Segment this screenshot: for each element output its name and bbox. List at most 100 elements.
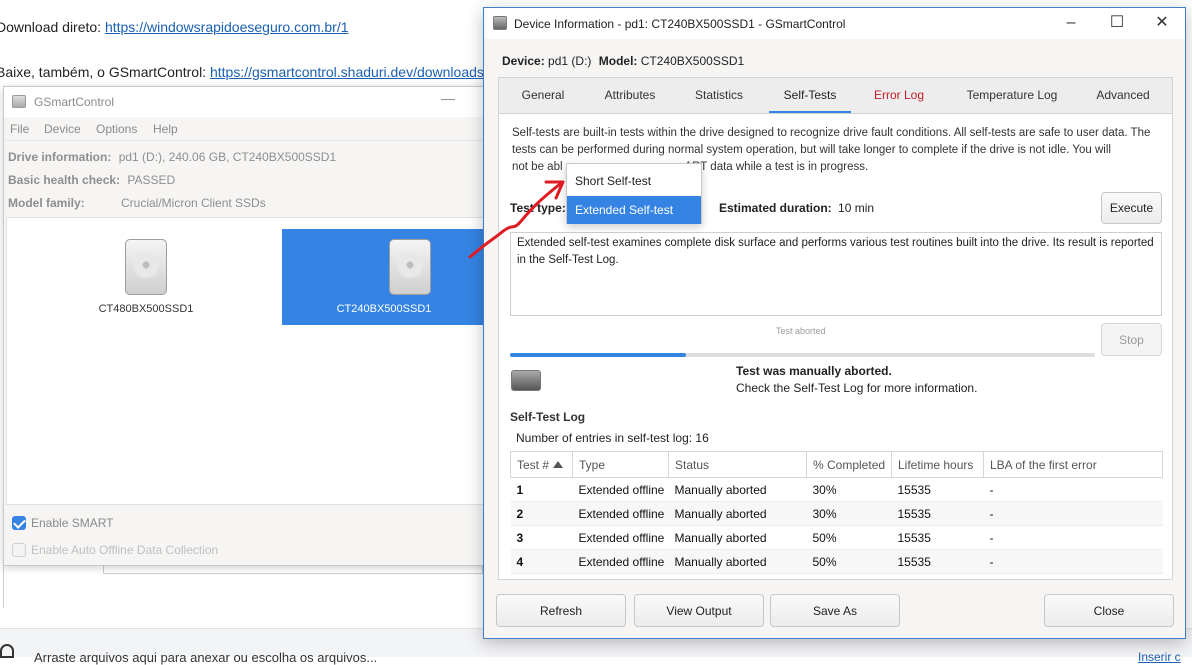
tab-advanced[interactable]: Advanced — [1083, 78, 1163, 114]
family-value: Crucial/Micron Client SSDs — [121, 196, 266, 210]
webpage-gsmartcontrol-line: Baixe, também, o GSmartControl: https://… — [0, 64, 484, 80]
device-information-dialog: Device Information - pd1: CT240BX500SSD1… — [483, 7, 1186, 639]
download-link[interactable]: https://windowsrapidoeseguro.com.br/1 — [105, 19, 349, 35]
progress-fill — [510, 353, 686, 357]
model-value: CT240BX500SSD1 — [640, 54, 745, 68]
table-row[interactable]: 4 Extended offline Manually aborted 50% … — [510, 549, 1163, 574]
save-as-button[interactable]: Save As — [770, 594, 900, 627]
paperclip-icon — [0, 644, 14, 658]
option-short-self-test[interactable]: Short Self-test — [567, 167, 701, 195]
stop-button[interactable]: Stop — [1101, 323, 1162, 356]
cell-test-number: 3 — [510, 525, 573, 550]
table-row[interactable]: 1 Extended offline Manually aborted 30% … — [510, 477, 1163, 502]
tab-temperature-log[interactable]: Temperature Log — [951, 78, 1073, 114]
cell-test-number: 1 — [510, 477, 573, 502]
cell-lba: - — [983, 477, 1163, 502]
cell-status: Manually aborted — [668, 477, 807, 502]
minimize-icon[interactable]: — — [441, 90, 455, 106]
column-header-lba-first-error[interactable]: LBA of the first error — [983, 451, 1163, 478]
checkbox-unchecked-icon[interactable] — [12, 543, 26, 557]
auto-offline-label: Enable Auto Offline Data Collection — [31, 543, 219, 557]
result-detail: Check the Self-Test Log for more informa… — [736, 381, 978, 395]
auto-offline-checkbox[interactable]: Enable Auto Offline Data Collection — [12, 543, 218, 557]
test-progress-bar — [510, 353, 1095, 357]
main-window-title: GSmartControl — [34, 95, 115, 109]
arrow-shaft — [468, 182, 562, 259]
column-header-completed[interactable]: % Completed — [806, 451, 892, 478]
close-icon[interactable]: ✕ — [1140, 12, 1184, 36]
family-label: Model family: — [8, 196, 85, 210]
result-title: Test was manually aborted. — [736, 364, 892, 378]
description-text: Self-tests are built-in tests within the… — [512, 127, 1151, 156]
column-header-test-number[interactable]: Test # — [510, 451, 573, 478]
tab-error-log[interactable]: Error Log — [855, 78, 943, 114]
cell-lba: - — [983, 501, 1163, 526]
health-label: Basic health check: — [8, 173, 121, 187]
description-text-end: ART data while a test is in progress. — [684, 161, 869, 173]
column-header-label: Test # — [517, 457, 550, 472]
column-header-type[interactable]: Type — [572, 451, 669, 478]
cell-lba: - — [983, 549, 1163, 574]
tab-attributes[interactable]: Attributes — [587, 78, 673, 114]
cell-status: Manually aborted — [668, 501, 807, 526]
cell-type: Extended offline — [572, 477, 669, 502]
tab-self-tests[interactable]: Self-Tests — [769, 78, 851, 114]
enable-smart-label: Enable SMART — [31, 516, 114, 530]
minimize-icon[interactable]: – — [1049, 12, 1093, 36]
table-row[interactable]: 3 Extended offline Manually aborted 50% … — [510, 525, 1163, 550]
menu-file[interactable]: File — [10, 122, 29, 136]
estimated-value: 10 min — [838, 201, 875, 215]
drive-info-label: Drive information: — [8, 150, 112, 164]
cell-test-number: 4 — [510, 549, 573, 574]
menu-device[interactable]: Device — [44, 122, 81, 136]
cell-lifetime-hours: 15535 — [891, 525, 984, 550]
download-label: Download direto: — [0, 19, 105, 35]
estimated-label: Estimated duration: — [719, 201, 832, 215]
menu-help[interactable]: Help — [153, 122, 178, 136]
hard-drive-icon — [125, 239, 167, 295]
drive-label: CT480BX500SSD1 — [98, 303, 194, 315]
cell-status: Manually aborted — [668, 525, 807, 550]
gsmartcontrol-link[interactable]: https://gsmartcontrol.shaduri.dev/downlo… — [210, 64, 484, 80]
cell-completed: 30% — [806, 501, 892, 526]
basic-health-check: Basic health check: PASSED — [8, 173, 175, 187]
cell-completed: 30% — [806, 477, 892, 502]
cell-lifetime-hours: 15535 — [891, 501, 984, 526]
cell-lifetime-hours: 15535 — [891, 477, 984, 502]
dialog-titlebar: Device Information - pd1: CT240BX500SSD1… — [484, 8, 1185, 39]
device-value: pd1 (D:) — [548, 54, 592, 68]
attachment-text[interactable]: Arraste arquivos aqui para anexar ou esc… — [34, 650, 377, 665]
table-row[interactable]: 2 Extended offline Manually aborted 30% … — [510, 501, 1163, 526]
enable-smart-checkbox[interactable]: Enable SMART — [12, 516, 113, 530]
test-type-dropdown-menu: Short Self-test Extended Self-test — [566, 163, 702, 224]
cell-lifetime-hours: 15535 — [891, 549, 984, 574]
cell-type: Extended offline — [572, 549, 669, 574]
table-header-row: Test # Type Status % Completed Lifetime … — [510, 451, 1163, 478]
checkbox-checked-icon[interactable] — [12, 516, 26, 530]
close-button[interactable]: Close — [1044, 594, 1174, 627]
dialog-title: Device Information - pd1: CT240BX500SSD1… — [514, 17, 846, 31]
maximize-icon[interactable]: ☐ — [1095, 12, 1139, 36]
gsmartcontrol-label: Baixe, também, o GSmartControl: — [0, 64, 210, 80]
drive-item-ct480[interactable]: CT480BX500SSD1 — [64, 229, 228, 325]
model-label: Model: — [598, 54, 638, 68]
drive-information: Drive information: pd1 (D:), 240.06 GB, … — [8, 150, 336, 164]
menu-options[interactable]: Options — [96, 122, 137, 136]
option-extended-self-test[interactable]: Extended Self-test — [567, 196, 701, 224]
insert-link[interactable]: Inserir c — [1138, 650, 1181, 664]
drive-label: CT240BX500SSD1 — [336, 303, 432, 315]
execute-button[interactable]: Execute — [1101, 192, 1162, 224]
tab-general[interactable]: General — [499, 78, 587, 114]
view-output-button[interactable]: View Output — [634, 594, 764, 627]
cell-type: Extended offline — [572, 525, 669, 550]
gsmartcontrol-main-window: GSmartControl — File Device Options Help… — [3, 86, 493, 566]
drive-item-ct240[interactable]: CT240BX500SSD1 — [282, 229, 486, 325]
webpage-download-line: Download direto: https://windowsrapidoes… — [0, 19, 349, 35]
tab-statistics[interactable]: Statistics — [673, 78, 765, 114]
column-header-lifetime-hours[interactable]: Lifetime hours — [891, 451, 984, 478]
cell-status: Manually aborted — [668, 549, 807, 574]
refresh-button[interactable]: Refresh — [496, 594, 626, 627]
sort-ascending-icon — [553, 460, 564, 468]
column-header-status[interactable]: Status — [668, 451, 807, 478]
drive-app-icon — [493, 16, 507, 30]
